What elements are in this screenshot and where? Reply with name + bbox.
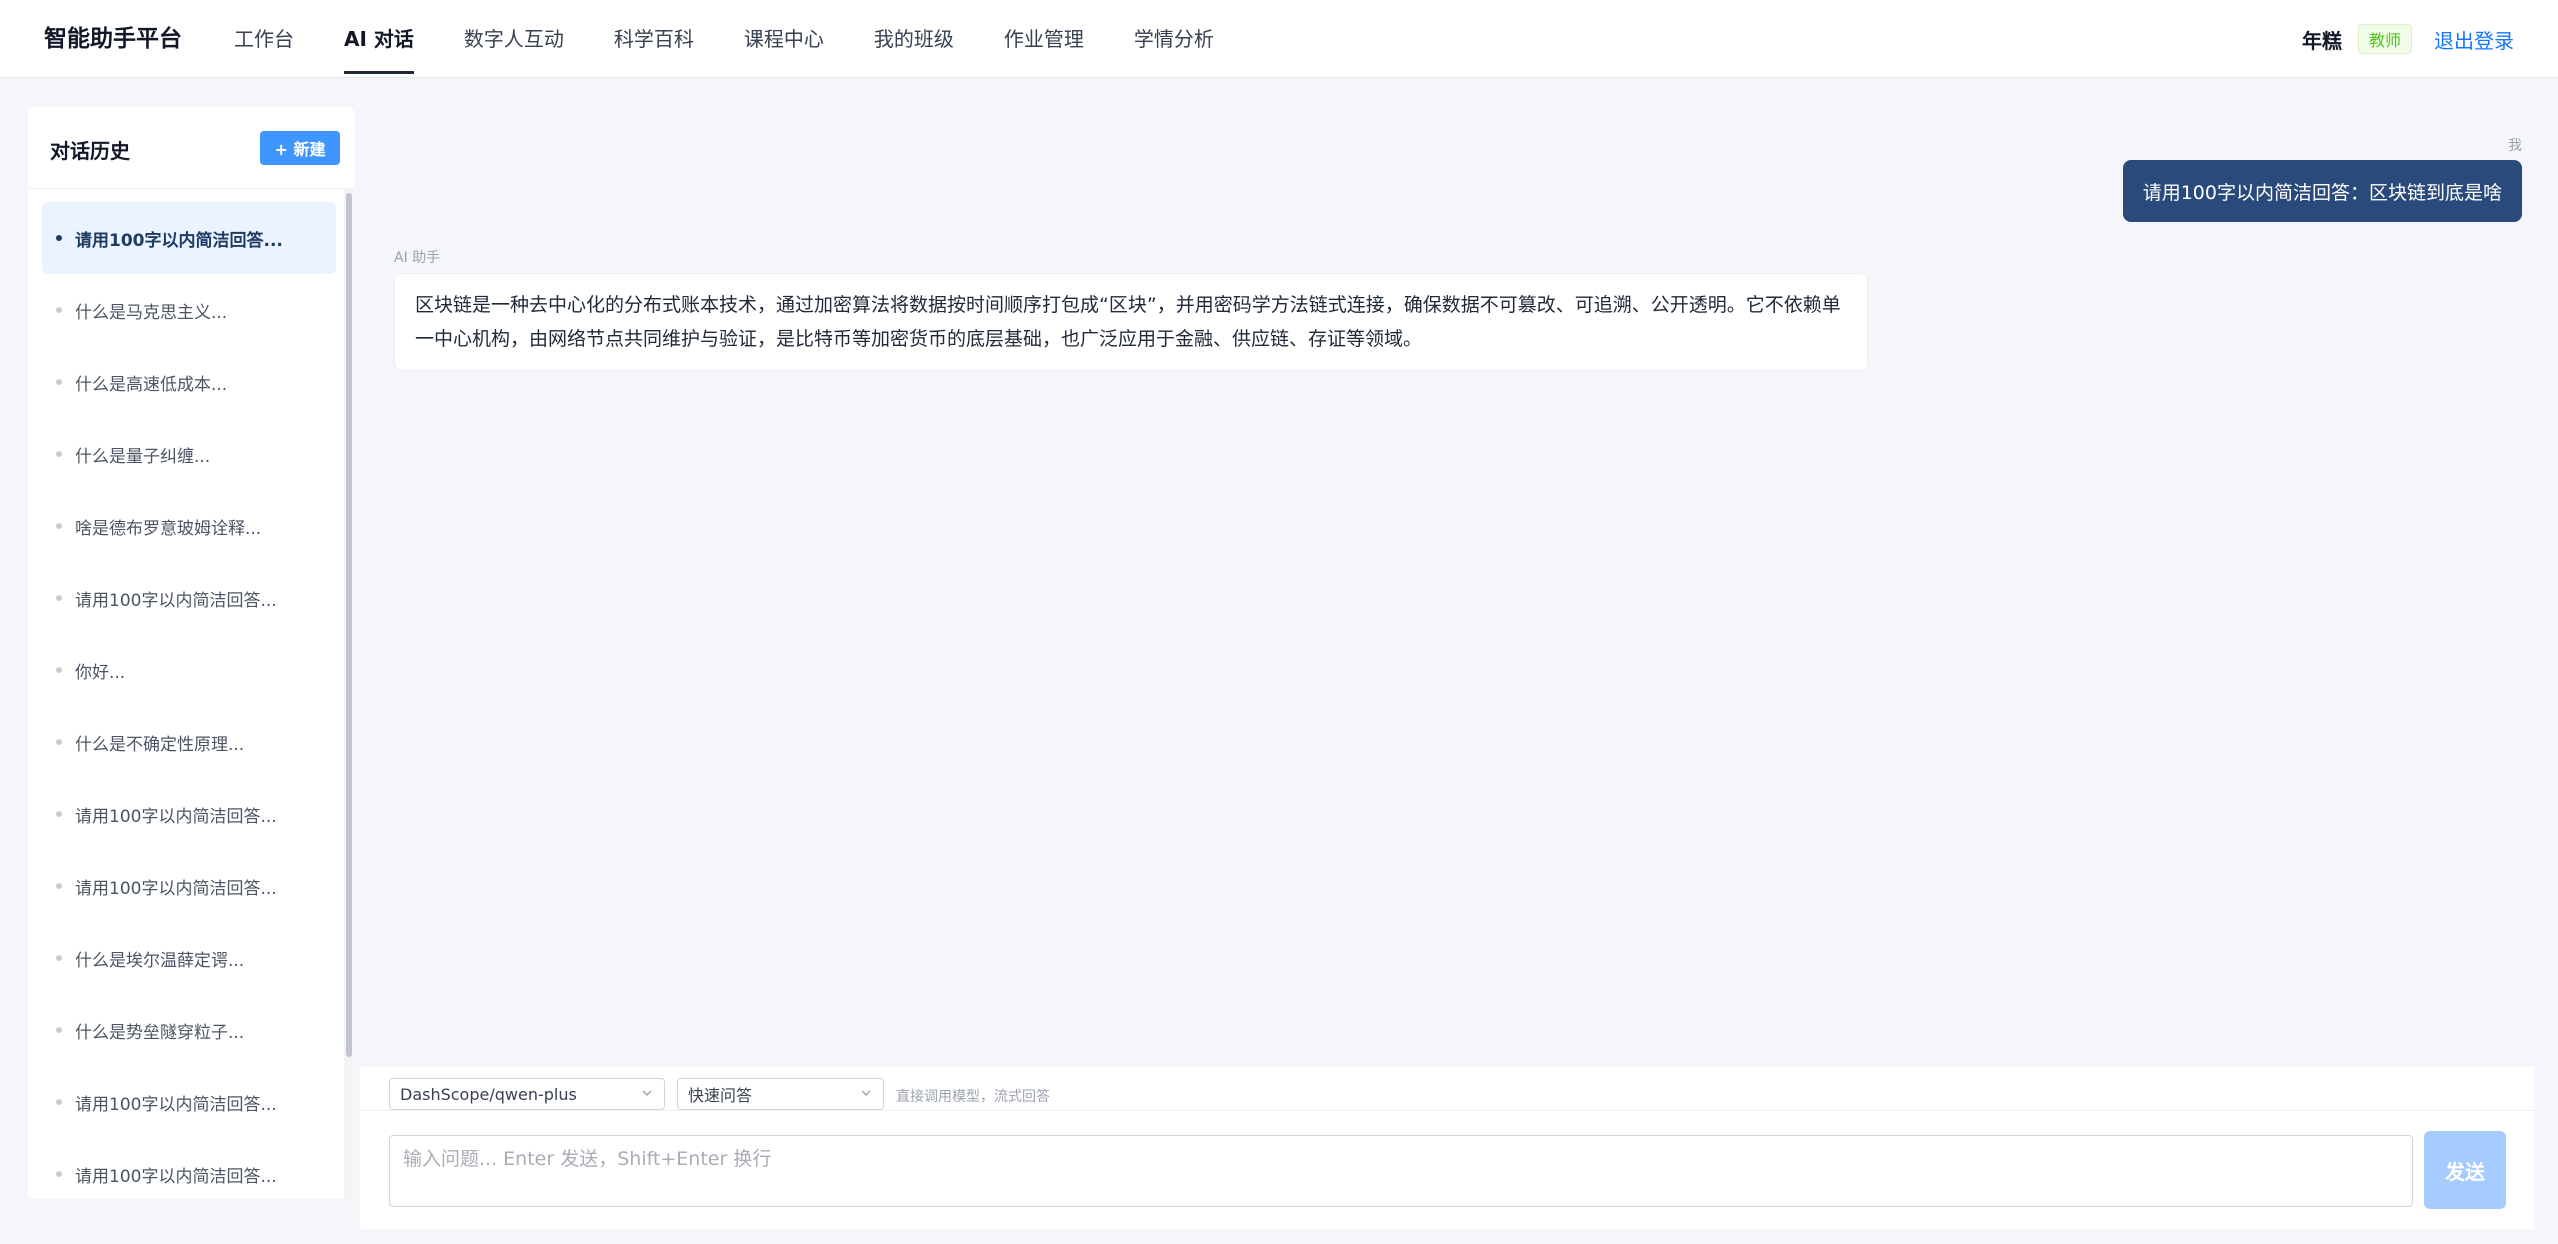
history-item[interactable]: 请用100字以内简洁回答... — [42, 202, 336, 274]
history-item[interactable]: 什么是高速低成本... — [42, 346, 336, 418]
bullet-dot-icon — [56, 595, 62, 601]
logout-link[interactable]: 退出登录 — [2434, 25, 2514, 54]
history-item-label: 什么是不确定性原理... — [75, 734, 245, 755]
chevron-down-icon — [642, 1090, 652, 1096]
mode-select[interactable]: 快速问答 — [677, 1078, 884, 1110]
bullet-dot-icon — [56, 307, 62, 313]
history-item-label: 啥是德布罗意玻姆诠释... — [75, 518, 262, 539]
message-composer: DashScope/qwen-plus 快速问答 直接调用模型，流式回答 发送 — [360, 1067, 2534, 1229]
history-item[interactable]: 你好... — [42, 634, 336, 706]
mode-select-value: 快速问答 — [688, 1086, 753, 1105]
bullet-dot-icon — [56, 955, 62, 961]
user-area: 年糕 教师 退出登录 — [2302, 24, 2514, 54]
history-item-label: 请用100字以内简洁回答... — [75, 1166, 277, 1187]
nav-tab-homework[interactable]: 作业管理 — [1004, 0, 1084, 78]
nav-tab-digital-human[interactable]: 数字人互动 — [464, 0, 564, 78]
bullet-dot-icon — [56, 235, 62, 241]
nav-tab-learning-analytics[interactable]: 学情分析 — [1134, 0, 1214, 78]
bullet-dot-icon — [56, 667, 62, 673]
history-item[interactable]: 请用100字以内简洁回答... — [42, 1138, 336, 1199]
nav-tab-course-center[interactable]: 课程中心 — [744, 0, 824, 78]
user-message-label: 我 — [2508, 138, 2522, 154]
nav-tab-workbench[interactable]: 工作台 — [234, 0, 294, 78]
user-name: 年糕 — [2301, 28, 2342, 53]
history-item-label: 什么是马克思主义... — [75, 302, 228, 323]
history-item-label: 请用100字以内简洁回答... — [75, 806, 277, 827]
sidebar-title: 对话历史 — [50, 139, 130, 163]
bullet-dot-icon — [56, 1027, 62, 1033]
nav-tab-ai-chat[interactable]: AI 对话 — [344, 0, 414, 78]
history-item-label: 请用100字以内简洁回答... — [75, 878, 277, 899]
bullet-dot-icon — [56, 523, 62, 529]
message-input[interactable] — [389, 1135, 2413, 1207]
history-item-label: 你好... — [75, 662, 126, 683]
bullet-dot-icon — [56, 883, 62, 889]
history-list: 请用100字以内简洁回答... 什么是马克思主义... 什么是高速低成本... … — [42, 202, 336, 1199]
bullet-dot-icon — [56, 379, 62, 385]
bullet-dot-icon — [56, 451, 62, 457]
history-item[interactable]: 什么是不确定性原理... — [42, 706, 336, 778]
history-item[interactable]: 请用100字以内简洁回答... — [42, 1066, 336, 1138]
history-item[interactable]: 什么是埃尔温薛定谔... — [42, 922, 336, 994]
bullet-dot-icon — [56, 1171, 62, 1177]
history-item-label: 请用100字以内简洁回答... — [75, 590, 277, 611]
top-navigation-bar: 智能助手平台 工作台 AI 对话 数字人互动 科学百科 课程中心 我的班级 作业… — [0, 0, 2558, 78]
model-select[interactable]: DashScope/qwen-plus — [389, 1078, 665, 1110]
history-item-label: 什么是埃尔温薛定谔... — [75, 950, 245, 971]
new-chat-button[interactable]: + 新建 — [260, 131, 340, 165]
user-message-bubble: 请用100字以内简洁回答：区块链到底是啥 — [2122, 160, 2522, 222]
history-item-label: 什么是高速低成本... — [75, 374, 228, 395]
bullet-dot-icon — [56, 811, 62, 817]
app-brand: 智能助手平台 — [44, 26, 182, 52]
sidebar-scrollbar-thumb[interactable] — [346, 193, 352, 1057]
bullet-dot-icon — [56, 739, 62, 745]
ai-message-label: AI 助手 — [394, 250, 441, 266]
chevron-down-icon — [861, 1090, 871, 1096]
nav-tab-science-wiki[interactable]: 科学百科 — [614, 0, 694, 78]
sidebar-header: 对话历史 + 新建 — [28, 107, 354, 189]
role-badge: 教师 — [2357, 24, 2412, 54]
history-sidebar: 对话历史 + 新建 请用100字以内简洁回答... 什么是马克思主义... 什么… — [28, 107, 354, 1199]
history-item[interactable]: 什么是势垒隧穿粒子... — [42, 994, 336, 1066]
history-item[interactable]: 什么是量子纠缠... — [42, 418, 336, 490]
history-item[interactable]: 请用100字以内简洁回答... — [42, 850, 336, 922]
bullet-dot-icon — [56, 1099, 62, 1105]
main-nav: 工作台 AI 对话 数字人互动 科学百科 课程中心 我的班级 作业管理 学情分析 — [234, 0, 1264, 78]
history-item[interactable]: 啥是德布罗意玻姆诠释... — [42, 490, 336, 562]
history-item-label: 请用100字以内简洁回答... — [75, 230, 283, 251]
model-select-value: DashScope/qwen-plus — [400, 1084, 577, 1104]
history-item[interactable]: 什么是马克思主义... — [42, 274, 336, 346]
ai-message-bubble: 区块链是一种去中心化的分布式账本技术，通过加密算法将数据按时间顺序打包成“区块”… — [394, 273, 1868, 371]
nav-tab-my-classes[interactable]: 我的班级 — [874, 0, 954, 78]
composer-toolbar: DashScope/qwen-plus 快速问答 直接调用模型，流式回答 — [360, 1067, 2534, 1111]
history-item-label: 什么是量子纠缠... — [75, 446, 211, 467]
history-item[interactable]: 请用100字以内简洁回答... — [42, 562, 336, 634]
history-item-label: 请用100字以内简洁回答... — [75, 1094, 277, 1115]
history-item-label: 什么是势垒隧穿粒子... — [75, 1022, 245, 1043]
history-item[interactable]: 请用100字以内简洁回答... — [42, 778, 336, 850]
chat-messages-area: 我 请用100字以内简洁回答：区块链到底是啥 AI 助手 区块链是一种去中心化的… — [360, 107, 2534, 1067]
send-button[interactable]: 发送 — [2424, 1131, 2506, 1209]
composer-hint: 直接调用模型，流式回答 — [896, 1089, 1050, 1105]
